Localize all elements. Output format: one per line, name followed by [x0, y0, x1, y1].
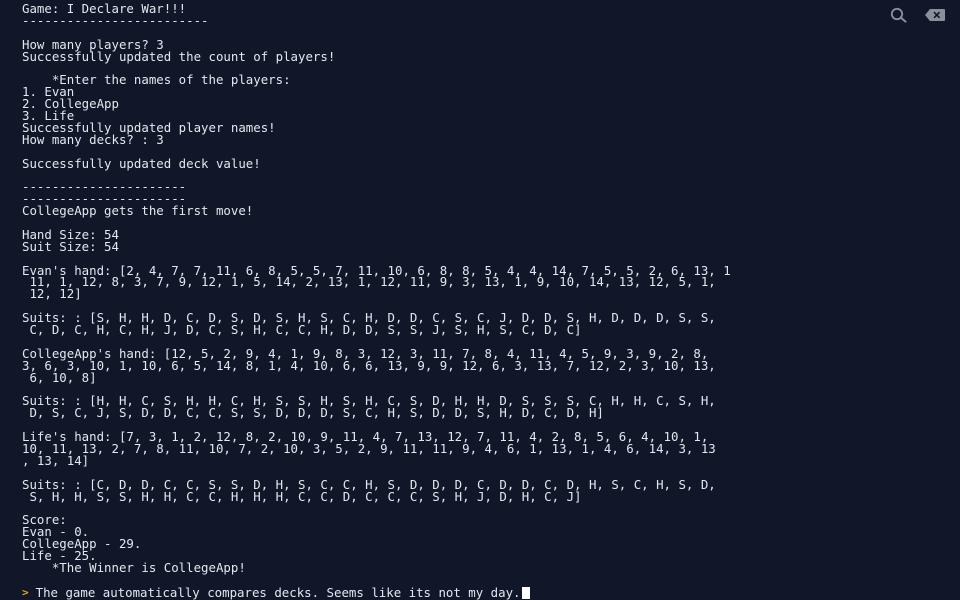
console-output: Game: I Declare War!!! ------------------… — [22, 2, 960, 575]
console-line: , 13, 14] — [22, 452, 90, 468]
console-line: CollegeApp - 29. — [22, 536, 142, 552]
console-line: C, D, C, H, C, H, J, D, C, S, H, C, C, H… — [22, 322, 582, 338]
console-line: Suit Size: 54 — [22, 238, 119, 254]
console-input-row[interactable]: > The game automatically compares decks.… — [22, 586, 530, 599]
console-toolbar — [888, 6, 946, 24]
console-line: 2. CollegeApp — [22, 96, 119, 112]
console-line: 3, 6, 3, 10, 1, 10, 6, 5, 14, 8, 1, 4, 1… — [22, 357, 716, 373]
console-line: *Enter the names of the players: — [22, 72, 291, 88]
search-button[interactable] — [888, 6, 910, 24]
console-line: Score: — [22, 512, 67, 528]
console-line: Successfully updated the count of player… — [22, 48, 336, 64]
console-line: S, H, H, S, S, H, H, C, C, H, H, H, C, C… — [22, 488, 582, 504]
console-input[interactable]: The game automatically compares decks. S… — [36, 586, 521, 599]
console-line: 11, 1, 12, 8, 3, 7, 9, 12, 1, 5, 14, 2, … — [22, 274, 716, 290]
console-window[interactable]: Game: I Declare War!!! ------------------… — [0, 0, 960, 600]
search-icon — [890, 7, 907, 23]
clear-console-button[interactable] — [924, 6, 946, 24]
console-line: 6, 10, 8] — [22, 369, 97, 385]
console-line: Hand Size: 54 — [22, 226, 119, 242]
console-line: ------------------------- — [22, 12, 209, 28]
console-line: CollegeApp gets the first move! — [22, 203, 254, 219]
console-line: *The Winner is CollegeApp! — [22, 559, 246, 575]
prompt-arrow-icon: > — [22, 585, 29, 599]
console-line: D, S, C, J, S, D, D, C, C, S, S, D, D, D… — [22, 405, 604, 421]
text-cursor — [521, 586, 530, 599]
console-line: 10, 11, 13, 2, 7, 8, 11, 10, 7, 2, 10, 3… — [22, 440, 716, 456]
console-line: Evan - 0. — [22, 524, 90, 540]
clear-console-icon — [925, 9, 945, 21]
console-line: Successfully updated deck value! — [22, 155, 261, 171]
console-line: How many decks? : 3 — [22, 131, 164, 147]
console-line: 1. Evan — [22, 84, 75, 100]
console-line: 12, 12] — [22, 286, 82, 302]
